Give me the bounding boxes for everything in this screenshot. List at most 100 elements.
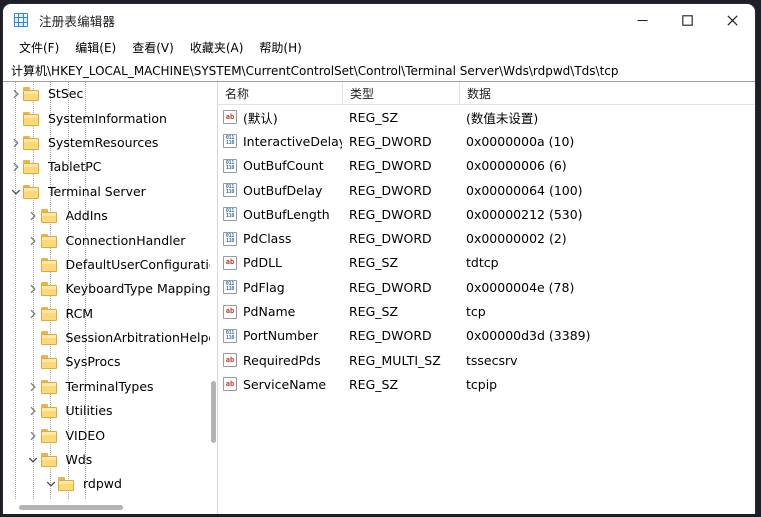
tree-node-label: rdpwd: [83, 476, 122, 492]
value-type-cell: REG_DWORD: [349, 328, 432, 344]
registry-grid-icon: [14, 12, 30, 28]
value-row[interactable]: 011 110 OutBufCount REG_DWORD 0x00000006 (6): [218, 154, 755, 178]
tree-node[interactable]: TerminalTypes: [3, 375, 210, 399]
string-value-icon: ab: [223, 304, 237, 319]
column-header-data[interactable]: 数据: [459, 82, 755, 104]
value-row[interactable]: ab PdName REG_SZ tcp: [218, 299, 755, 323]
tree-node[interactable]: TabletPC: [3, 155, 210, 179]
chevron-right-icon: [30, 431, 36, 440]
value-name-cell: 011 110 OutBufLength: [218, 207, 342, 222]
value-row[interactable]: ab RequiredPds REG_MULTI_SZ tssecsrv: [218, 348, 755, 372]
value-type-cell: REG_SZ: [349, 109, 399, 125]
value-data-cell: tdtcp: [466, 255, 499, 271]
value-row[interactable]: 011 110 PdClass REG_DWORD 0x00000002 (2): [218, 226, 755, 250]
column-header-name[interactable]: 名称: [218, 82, 342, 104]
tree-node[interactable]: Utilities: [3, 399, 210, 423]
chevron-right-icon: [13, 163, 18, 172]
value-name-cell: ab RequiredPds: [218, 353, 342, 368]
tree-node[interactable]: SystemInformation: [3, 106, 210, 130]
dword-value-icon: 011 110: [223, 207, 237, 222]
value-row[interactable]: ab ServiceName REG_SZ tcpip: [218, 372, 755, 396]
value-row[interactable]: 011 110 PdFlag REG_DWORD 0x0000004e (78): [218, 275, 755, 299]
tree-node-label: SystemResources: [48, 134, 159, 150]
value-data-cell: tcpip: [466, 376, 498, 392]
address-bar[interactable]: 计算机\HKEY_LOCAL_MACHINE\SYSTEM\CurrentCon…: [3, 59, 755, 82]
tree-twisty-collapsed[interactable]: [26, 229, 41, 253]
tree-twisty-collapsed[interactable]: [8, 131, 23, 155]
tree-node-label: KeyboardType Mapping: [65, 281, 211, 297]
tree-node[interactable]: KeyboardType Mapping: [3, 277, 210, 301]
tree-node[interactable]: SessionArbitrationHelper: [3, 326, 210, 350]
value-name-cell: 011 110 InteractiveDelay: [218, 134, 342, 149]
tree-twisty-collapsed[interactable]: [8, 155, 23, 179]
registry-tree-pane: StSec SystemInformation SystemResources Tab…: [3, 82, 218, 514]
tree-twisty-collapsed[interactable]: [26, 375, 41, 399]
tree-twisty-collapsed[interactable]: [26, 399, 41, 423]
folder-icon: [23, 160, 40, 175]
folder-icon: [40, 233, 58, 248]
value-row[interactable]: 011 110 PortNumber REG_DWORD 0x00000d3d (338…: [218, 324, 755, 348]
chevron-right-icon: [30, 309, 36, 318]
folder-icon: [40, 404, 58, 419]
menu-view[interactable]: 查看(V): [124, 37, 182, 59]
tree-twisty-expanded[interactable]: [8, 180, 23, 204]
tree-node[interactable]: StSec: [3, 82, 210, 106]
menu-bar: 文件(F) 编辑(E) 查看(V) 收藏夹(A) 帮助(H): [3, 36, 755, 59]
chevron-right-icon: [13, 90, 18, 99]
menu-help[interactable]: 帮助(H): [251, 37, 309, 59]
value-name-cell: ab PdDLL: [218, 255, 342, 270]
tree-node[interactable]: VIDEO: [3, 423, 210, 447]
chevron-right-icon: [13, 138, 18, 148]
value-type-cell: REG_DWORD: [349, 279, 432, 295]
close-button[interactable]: [710, 4, 755, 36]
tree-twisty-collapsed[interactable]: [8, 82, 23, 106]
minimize-button[interactable]: [620, 4, 665, 36]
address-path-text: 计算机\HKEY_LOCAL_MACHINE\SYSTEM\CurrentCon…: [11, 63, 619, 78]
value-row[interactable]: 011 110 OutBufLength REG_DWORD 0x00000212 (5…: [218, 202, 755, 226]
tree-twisty-collapsed[interactable]: [26, 277, 41, 301]
value-row[interactable]: 011 110 OutBufDelay REG_DWORD 0x00000064 (10…: [218, 178, 755, 202]
tree-horizontal-scrollbar-thumb[interactable]: [19, 505, 123, 510]
value-row[interactable]: ab PdDLL REG_SZ tdtcp: [218, 251, 755, 275]
menu-edit[interactable]: 编辑(E): [67, 37, 124, 59]
tree-node[interactable]: RCM: [3, 302, 210, 326]
tree-node[interactable]: AddIns: [3, 204, 210, 228]
value-name-text: (默认): [243, 110, 278, 126]
tree-node[interactable]: SystemResources: [3, 131, 210, 155]
tree-node-label: Utilities: [65, 403, 113, 419]
dword-value-icon: 011 110: [223, 134, 237, 149]
value-data-cell: (数值未设置): [466, 110, 539, 126]
string-value-icon: ab: [223, 377, 237, 392]
tree-vertical-scrollbar-thumb[interactable]: [211, 381, 216, 443]
value-data-cell: 0x00000212 (530): [466, 206, 583, 222]
tree-node[interactable]: DefaultUserConfiguration: [3, 253, 210, 277]
tree-node-label: AddIns: [65, 208, 108, 224]
registry-editor-window: 注册表编辑器 文件(F) 编辑(E) 查看(V) 收藏夹(A) 帮助(H) 计算…: [3, 4, 755, 514]
tree-twisty-collapsed[interactable]: [26, 424, 41, 448]
value-type-cell: REG_DWORD: [349, 231, 432, 247]
tree-vertical-scrollbar[interactable]: [210, 82, 217, 500]
window-controls: [620, 4, 755, 36]
tree-node[interactable]: Wds: [3, 448, 210, 472]
chevron-right-icon: [30, 236, 36, 245]
menu-file[interactable]: 文件(F): [11, 37, 67, 59]
tree-twisty-expanded[interactable]: [43, 472, 58, 496]
tree-twisty-collapsed[interactable]: [26, 302, 41, 326]
menu-favorites[interactable]: 收藏夹(A): [182, 37, 252, 59]
tree-twisty-collapsed[interactable]: [26, 204, 41, 228]
tree-node[interactable]: Terminal Server: [3, 180, 210, 204]
value-data-cell: 0x0000004e (78): [466, 279, 575, 295]
chevron-down-icon: [28, 457, 38, 463]
tree-twisty-expanded[interactable]: [26, 448, 41, 472]
tree-horizontal-scrollbar[interactable]: [3, 500, 217, 514]
tree-node[interactable]: SysProcs: [3, 350, 210, 374]
tree-twisty-placeholder: [26, 253, 41, 277]
tree-node[interactable]: rdpwd: [3, 472, 210, 496]
value-row[interactable]: ab (默认) REG_SZ (数值未设置): [218, 105, 755, 129]
maximize-button[interactable]: [665, 4, 710, 36]
tree-node-label: VIDEO: [65, 427, 106, 443]
value-name-cell: ab ServiceName: [218, 377, 342, 392]
tree-node[interactable]: ConnectionHandler: [3, 228, 210, 252]
column-header-type[interactable]: 类型: [342, 82, 459, 104]
value-row[interactable]: 011 110 InteractiveDelay REG_DWORD 0x0000000…: [218, 129, 755, 153]
